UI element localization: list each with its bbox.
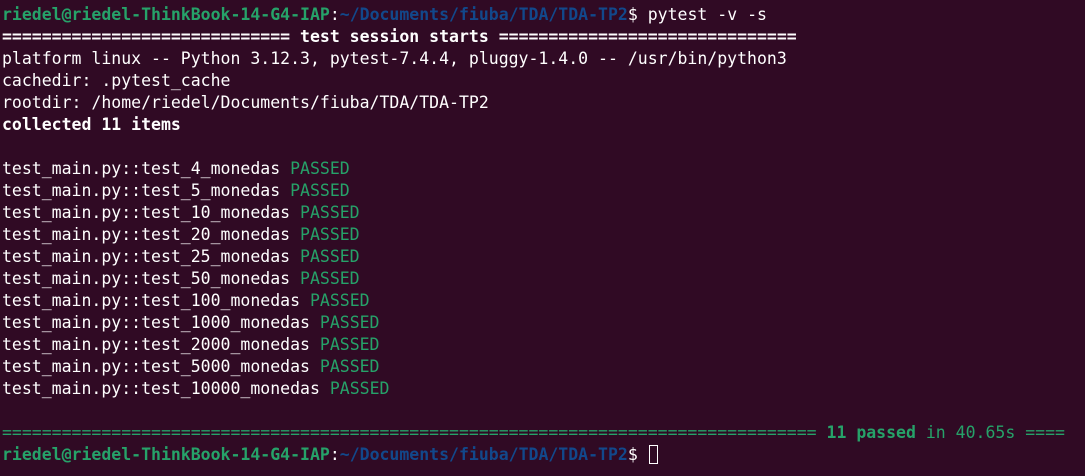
prompt-path: ~/Documents/fiuba/TDA/TDA-TP2 [339,5,628,24]
test-name: test_main.py::test_10000_monedas [2,379,330,398]
session-header: ============================= test sessi… [2,26,1085,48]
test-status: PASSED [319,335,380,354]
test-status: PASSED [290,181,350,200]
session-header-right: ============================== [488,27,797,46]
test-results: test_main.py::test_4_monedas PASSED test_… [2,158,1085,400]
test-result-row: test_main.py::test_100_monedas PASSED [2,290,1085,312]
prompt-user-host: riedel@riedel-ThinkBook-14-G4-IAP [2,445,330,464]
test-result-row: test_main.py::test_4_monedas PASSED [2,158,1085,180]
terminal-window[interactable]: riedel@riedel-ThinkBook-14-G4-IAP:~/Docu… [0,0,1085,476]
test-status: PASSED [329,379,390,398]
test-result-row: test_main.py::test_20_monedas PASSED [2,224,1085,246]
test-result-row: test_main.py::test_10000_monedas PASSED [2,378,1085,400]
test-name: test_main.py::test_5_monedas [2,181,291,200]
prompt-dollar: $ [627,5,648,24]
test-name: test_main.py::test_25_monedas [2,247,301,266]
platform-line: platform linux -- Python 3.12.3, pytest-… [2,49,787,68]
test-status: PASSED [300,225,360,244]
test-name: test_main.py::test_50_monedas [2,269,301,288]
summary-sep-left: ========================================… [2,423,827,442]
prompt-colon: : [329,445,340,464]
command-text: pytest -v -s [647,5,767,24]
prompt-dollar: $ [627,445,648,464]
test-result-row: test_main.py::test_5000_monedas PASSED [2,356,1085,378]
test-name: test_main.py::test_5000_monedas [2,357,320,376]
summary-line: ========================================… [2,422,1085,444]
test-status: PASSED [300,247,360,266]
test-result-row: test_main.py::test_2000_monedas PASSED [2,334,1085,356]
test-status: PASSED [290,159,350,178]
test-status: PASSED [309,291,370,310]
summary-passed-count: 11 passed [826,423,916,442]
session-header-title: test session starts [300,27,489,46]
collected-line: collected 11 items [2,115,181,134]
test-name: test_main.py::test_2000_monedas [2,335,320,354]
test-status: PASSED [319,357,380,376]
test-status: PASSED [300,269,360,288]
test-result-row: test_main.py::test_1000_monedas PASSED [2,312,1085,334]
test-status: PASSED [319,313,380,332]
test-result-row: test_main.py::test_25_monedas PASSED [2,246,1085,268]
test-result-row: test_main.py::test_50_monedas PASSED [2,268,1085,290]
test-name: test_main.py::test_10_monedas [2,203,301,222]
prompt-line: riedel@riedel-ThinkBook-14-G4-IAP:~/Docu… [2,4,1085,26]
text-cursor[interactable] [648,445,658,464]
test-result-row: test_main.py::test_5_monedas PASSED [2,180,1085,202]
test-name: test_main.py::test_1000_monedas [2,313,320,332]
prompt-path: ~/Documents/fiuba/TDA/TDA-TP2 [339,445,628,464]
summary-sep-right: ==== [1025,423,1065,442]
test-name: test_main.py::test_100_monedas [2,291,310,310]
test-status: PASSED [300,203,360,222]
rootdir-line: rootdir: /home/riedel/Documents/fiuba/TD… [2,93,489,112]
prompt-user-host: riedel@riedel-ThinkBook-14-G4-IAP [2,5,330,24]
prompt-line-current: riedel@riedel-ThinkBook-14-G4-IAP:~/Docu… [2,444,1085,466]
session-header-left: ============================= [2,27,301,46]
test-name: test_main.py::test_20_monedas [2,225,301,244]
summary-duration: in 40.65s [915,423,1026,442]
cachedir-line: cachedir: .pytest_cache [2,71,231,90]
test-result-row: test_main.py::test_10_monedas PASSED [2,202,1085,224]
test-name: test_main.py::test_4_monedas [2,159,291,178]
prompt-colon: : [329,5,340,24]
